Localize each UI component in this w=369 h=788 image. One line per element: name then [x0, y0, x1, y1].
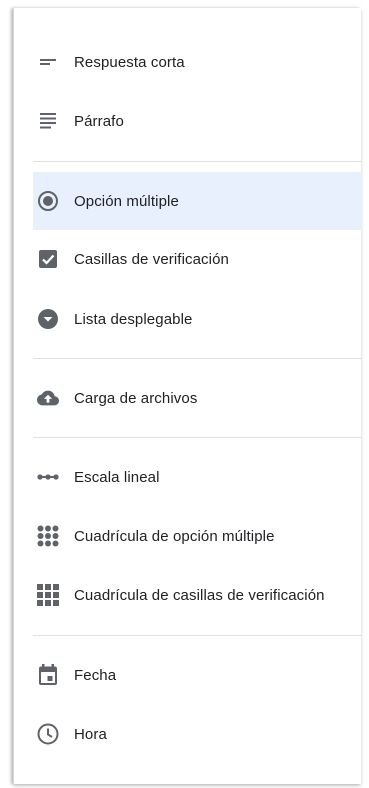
menu-item-file-upload[interactable]: Carga de archivos — [33, 369, 362, 427]
menu-item-checkboxes[interactable]: Casillas de verificación — [33, 230, 362, 288]
menu-item-label: Escala lineal — [74, 468, 160, 486]
menu-item-label: Cuadrícula de opción múltiple — [74, 527, 275, 545]
divider — [33, 437, 362, 438]
menu-item-multiple-choice-grid[interactable]: Cuadrícula de opción múltiple — [33, 507, 362, 565]
menu-item-label: Lista desplegable — [74, 310, 193, 328]
menu-item-time[interactable]: Hora — [33, 705, 362, 763]
calendar-icon — [37, 664, 59, 686]
menu-item-paragraph[interactable]: Párrafo — [33, 92, 362, 150]
clock-icon — [37, 723, 59, 745]
menu-item-label: Hora — [74, 725, 107, 743]
paragraph-icon — [37, 110, 59, 132]
dots-grid-icon — [37, 525, 59, 547]
dropdown-icon — [37, 308, 59, 330]
squares-grid-icon — [37, 584, 59, 606]
menu-item-label: Cuadrícula de casillas de verificación — [74, 586, 325, 604]
menu-item-linear-scale[interactable]: Escala lineal — [33, 448, 362, 506]
menu-item-checkbox-grid[interactable]: Cuadrícula de casillas de verificación — [33, 566, 362, 624]
menu-item-dropdown[interactable]: Lista desplegable — [33, 290, 362, 348]
divider — [33, 358, 362, 359]
divider — [33, 635, 362, 636]
checkbox-icon — [37, 248, 59, 270]
menu-item-label: Casillas de verificación — [74, 250, 229, 268]
menu-item-date[interactable]: Fecha — [33, 646, 362, 704]
question-type-menu: Respuesta corta Párrafo Opción múltiple … — [13, 8, 362, 784]
menu-item-label: Respuesta corta — [74, 53, 185, 71]
cloud-upload-icon — [37, 387, 59, 409]
menu-item-label: Párrafo — [74, 112, 124, 130]
menu-item-short-answer[interactable]: Respuesta corta — [33, 33, 362, 91]
divider — [33, 161, 362, 162]
linear-scale-icon — [37, 466, 59, 488]
menu-item-label: Fecha — [74, 666, 117, 684]
menu-item-label: Opción múltiple — [74, 192, 179, 210]
radio-button-icon — [37, 190, 59, 212]
menu-item-label: Carga de archivos — [74, 389, 198, 407]
short-answer-icon — [37, 51, 59, 73]
menu-item-multiple-choice[interactable]: Opción múltiple — [33, 172, 362, 230]
